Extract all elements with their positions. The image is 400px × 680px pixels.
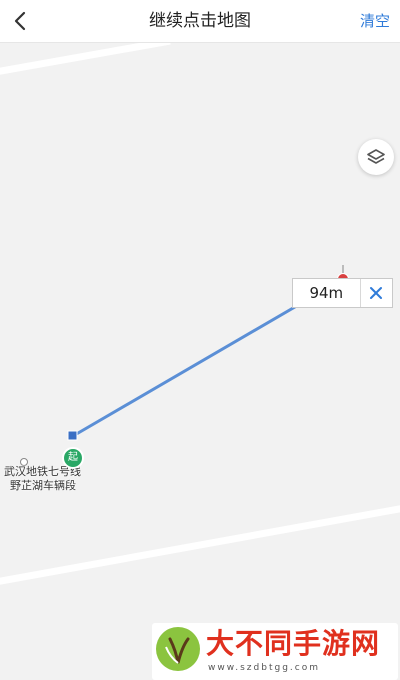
map-canvas[interactable]: 94m 起 武汉地铁七号线 野芷湖车辆段 bbox=[0, 43, 400, 680]
watermark-text: 大不同手游网 bbox=[206, 627, 381, 660]
distance-close-button[interactable] bbox=[359, 279, 392, 307]
close-icon bbox=[370, 287, 383, 299]
clear-button[interactable]: 清空 bbox=[356, 0, 394, 42]
page-title: 继续点击地图 bbox=[149, 11, 251, 31]
distance-value: 94m bbox=[309, 284, 344, 302]
road-top bbox=[0, 43, 171, 75]
watermark-logo-icon bbox=[156, 627, 200, 671]
poi-label[interactable]: 武汉地铁七号线 野芷湖车辆段 bbox=[4, 465, 81, 493]
start-marker[interactable]: 起 bbox=[62, 447, 84, 469]
road-bottom bbox=[0, 505, 400, 585]
top-bar: 继续点击地图 清空 bbox=[0, 0, 400, 43]
poi-label-line2: 野芷湖车辆段 bbox=[10, 479, 76, 492]
start-point bbox=[67, 430, 78, 441]
map-layer bbox=[0, 43, 400, 585]
watermark: 大不同手游网 www.szdbtgg.com bbox=[152, 623, 398, 680]
layers-icon bbox=[367, 149, 385, 164]
distance-label: 94m bbox=[292, 278, 393, 308]
watermark-url: www.szdbtgg.com bbox=[208, 663, 320, 673]
layer-toggle-button[interactable] bbox=[358, 139, 394, 175]
